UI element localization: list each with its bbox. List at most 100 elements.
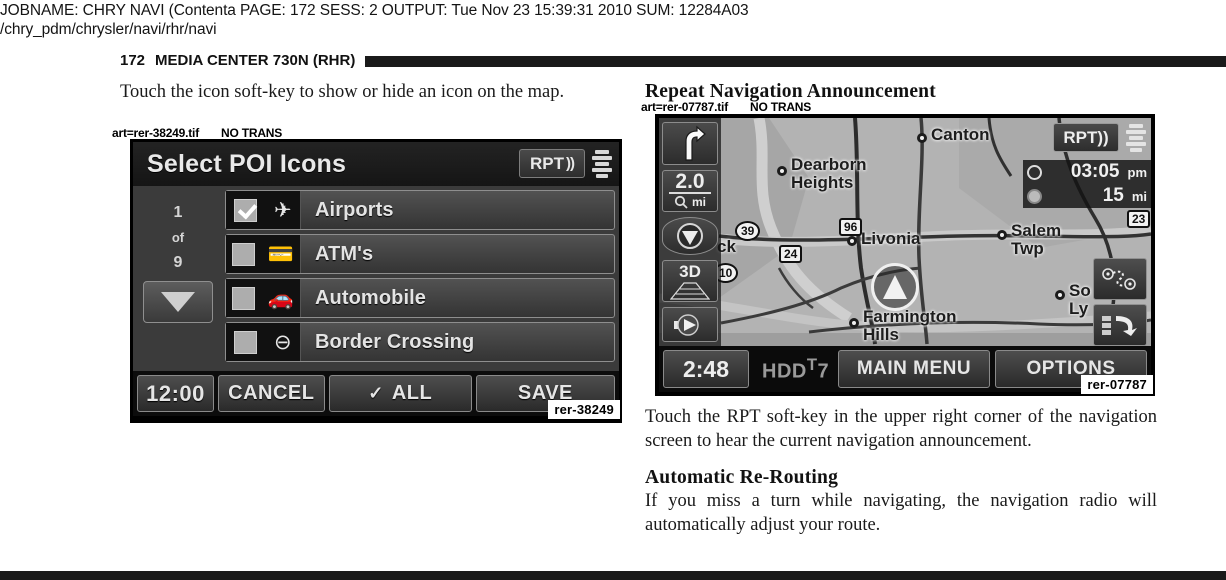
art-label-left: art=rer-38249.tif NO TRANS xyxy=(112,126,282,140)
cancel-button[interactable]: CANCEL xyxy=(218,375,325,412)
page-down-button[interactable] xyxy=(143,281,213,323)
check-icon: ✓ xyxy=(368,383,384,403)
poi-row-airports[interactable]: ✈ Airports xyxy=(225,190,615,230)
eta-info-box: 03:05 pm 15 mi xyxy=(1023,160,1151,208)
pager-total: 9 xyxy=(173,254,183,271)
navigation-control-rail: 2.0 mi 3D xyxy=(659,118,721,346)
page-number: 172 xyxy=(120,52,146,69)
checkbox-border-crossing[interactable] xyxy=(234,330,258,354)
equalizer-icon[interactable] xyxy=(592,150,612,178)
audio-source-number: 7 xyxy=(817,360,830,383)
map-dot-canton xyxy=(917,133,927,143)
map-label-farmington-hills: Farmington Hills xyxy=(863,307,957,344)
audio-source-label: HDDT7 xyxy=(762,355,829,384)
eta-arrival-meridiem: pm xyxy=(1127,164,1148,180)
rpt-soft-key[interactable]: RPT)) xyxy=(519,149,585,178)
clock-display[interactable]: 12:00 xyxy=(137,375,215,412)
poi-row-border-crossing[interactable]: ⊖ Border Crossing xyxy=(225,322,615,362)
main-menu-button[interactable]: MAIN MENU xyxy=(838,350,990,388)
all-button[interactable]: ✓ ALL xyxy=(328,375,472,412)
poi-footer-bar: 12:00 CANCEL ✓ ALL SAVE xyxy=(133,371,619,416)
navigation-footer-bar: 2:48 HDDT7 MAIN MENU OPTIONS xyxy=(659,346,1151,392)
eta-distance-value: 15 xyxy=(1102,185,1124,206)
bottom-rule-line xyxy=(0,571,1226,580)
art-badge-right: rer-07787 xyxy=(1081,375,1153,394)
eta-arrival-time: 03:05 xyxy=(1070,161,1120,182)
rpt-label-nav: RPT xyxy=(1063,127,1098,147)
map-dot-south-lyon xyxy=(1055,290,1065,300)
airplane-icon: ✈ xyxy=(274,197,292,222)
next-maneuver-button[interactable] xyxy=(1093,304,1147,346)
figure-select-poi-icons: Select POI Icons RPT)) 1 of 9 ✈ Airports… xyxy=(130,139,622,423)
right-column-body: Touch the RPT soft-key in the upper righ… xyxy=(645,405,1157,537)
perspective-grid-icon xyxy=(670,282,710,300)
poi-row-automobile[interactable]: 🚗 Automobile xyxy=(225,278,615,318)
nav-clock-display[interactable]: 2:48 xyxy=(663,350,749,388)
clock-icon xyxy=(1027,164,1042,180)
poi-pager: 1 of 9 xyxy=(139,190,217,367)
view-mode-label: 3D xyxy=(679,262,701,282)
magnifier-icon xyxy=(674,195,688,209)
heading-automatic-rerouting: Automatic Re-Routing xyxy=(645,467,839,488)
eta-distance-unit: mi xyxy=(1131,188,1147,204)
left-intro-paragraph: Touch the icon soft-key to show or hide … xyxy=(120,82,565,102)
checkbox-airports[interactable] xyxy=(234,198,258,222)
maneuver-arrow-icon xyxy=(1102,316,1137,336)
checkbox-automobile[interactable] xyxy=(232,286,256,310)
poi-rows: ✈ Airports 💳 ATM's 🚗 Automobile ⊖ Border… xyxy=(225,190,615,366)
audio-source-name: HDD xyxy=(762,360,807,383)
route-overview-button[interactable] xyxy=(1093,258,1147,300)
figure-navigation-map: Canton Dearborn Heights Livonia Salem Tw… xyxy=(655,114,1155,396)
chapter-title: MEDIA CENTER 730N (RHR) xyxy=(155,52,356,69)
chapter-rule-line xyxy=(365,55,1226,67)
map-label-livonia: Livonia xyxy=(861,229,921,248)
road-shield-24: 24 xyxy=(779,245,803,263)
map-dot-salem-twp xyxy=(997,230,1007,240)
route-overview-icon xyxy=(1102,268,1136,290)
equalizer-icon-nav[interactable] xyxy=(1126,124,1146,152)
poi-label-atms: ATM's xyxy=(315,242,374,265)
map-dot-dearborn-heights xyxy=(777,166,787,176)
zoom-unit: mi xyxy=(691,195,706,210)
road-shield-23: 23 xyxy=(1127,210,1151,228)
art-label-right-file: art=rer-07787.tif xyxy=(641,100,728,114)
manual-page: JOBNAME: CHRY NAVI (Contenta PAGE: 172 S… xyxy=(0,0,1226,580)
map-dot-farmington-hills xyxy=(849,318,859,328)
art-badge-left: rer-38249 xyxy=(548,400,620,419)
rpt-wave-icon: )) xyxy=(566,155,575,172)
job-header-line-2: /chry_pdm/chrysler/navi/rhr/navi xyxy=(0,21,217,38)
map-label-salem-twp: Salem Twp xyxy=(1011,221,1062,258)
rpt-wave-icon-nav: )) xyxy=(1097,127,1109,147)
poi-title-bar: Select POI Icons RPT)) xyxy=(133,142,619,186)
left-column: Touch the icon soft-key to show or hide … xyxy=(120,80,630,104)
rpt-soft-key-nav[interactable]: RPT)) xyxy=(1053,123,1119,152)
paragraph-repeat-navigation: Touch the RPT soft-key in the upper righ… xyxy=(645,407,1157,451)
poi-swatch: ✈ xyxy=(226,191,301,229)
eta-distance-row: 15 mi xyxy=(1023,184,1151,208)
border-crossing-icon: ⊖ xyxy=(274,329,292,354)
voice-guidance-button[interactable] xyxy=(662,307,718,343)
zoom-value: 2.0 xyxy=(669,171,711,195)
atm-icon: 💳 xyxy=(267,241,294,266)
map-label-south-lyon: So Ly xyxy=(1069,281,1091,318)
paragraph-automatic-rerouting: If you miss a turn while navigating, the… xyxy=(645,491,1157,535)
chapter-bar: 172 MEDIA CENTER 730N (RHR) xyxy=(120,53,1226,69)
turn-direction-button[interactable] xyxy=(662,122,718,165)
compass-down-icon xyxy=(677,223,703,250)
view-mode-button[interactable]: 3D xyxy=(662,259,718,303)
pager-of: of xyxy=(171,230,185,245)
poi-screen: Select POI Icons RPT)) 1 of 9 ✈ Airports… xyxy=(133,142,619,420)
map-dot-livonia xyxy=(847,236,857,246)
vehicle-position-marker xyxy=(871,263,919,311)
all-label: ALL xyxy=(391,382,433,404)
poi-label-airports: Airports xyxy=(315,198,394,221)
art-label-right-note: NO TRANS xyxy=(750,100,812,114)
poi-swatch: 💳 xyxy=(226,235,301,273)
checkbox-atms[interactable] xyxy=(232,242,256,266)
zoom-level-button[interactable]: 2.0 mi xyxy=(662,169,718,213)
compass-orientation-button[interactable] xyxy=(662,217,718,255)
turn-right-arrow-icon xyxy=(685,126,706,161)
poi-label-automobile: Automobile xyxy=(315,286,426,309)
poi-row-atms[interactable]: 💳 ATM's xyxy=(225,234,615,274)
audio-source-sup: T xyxy=(806,354,818,374)
